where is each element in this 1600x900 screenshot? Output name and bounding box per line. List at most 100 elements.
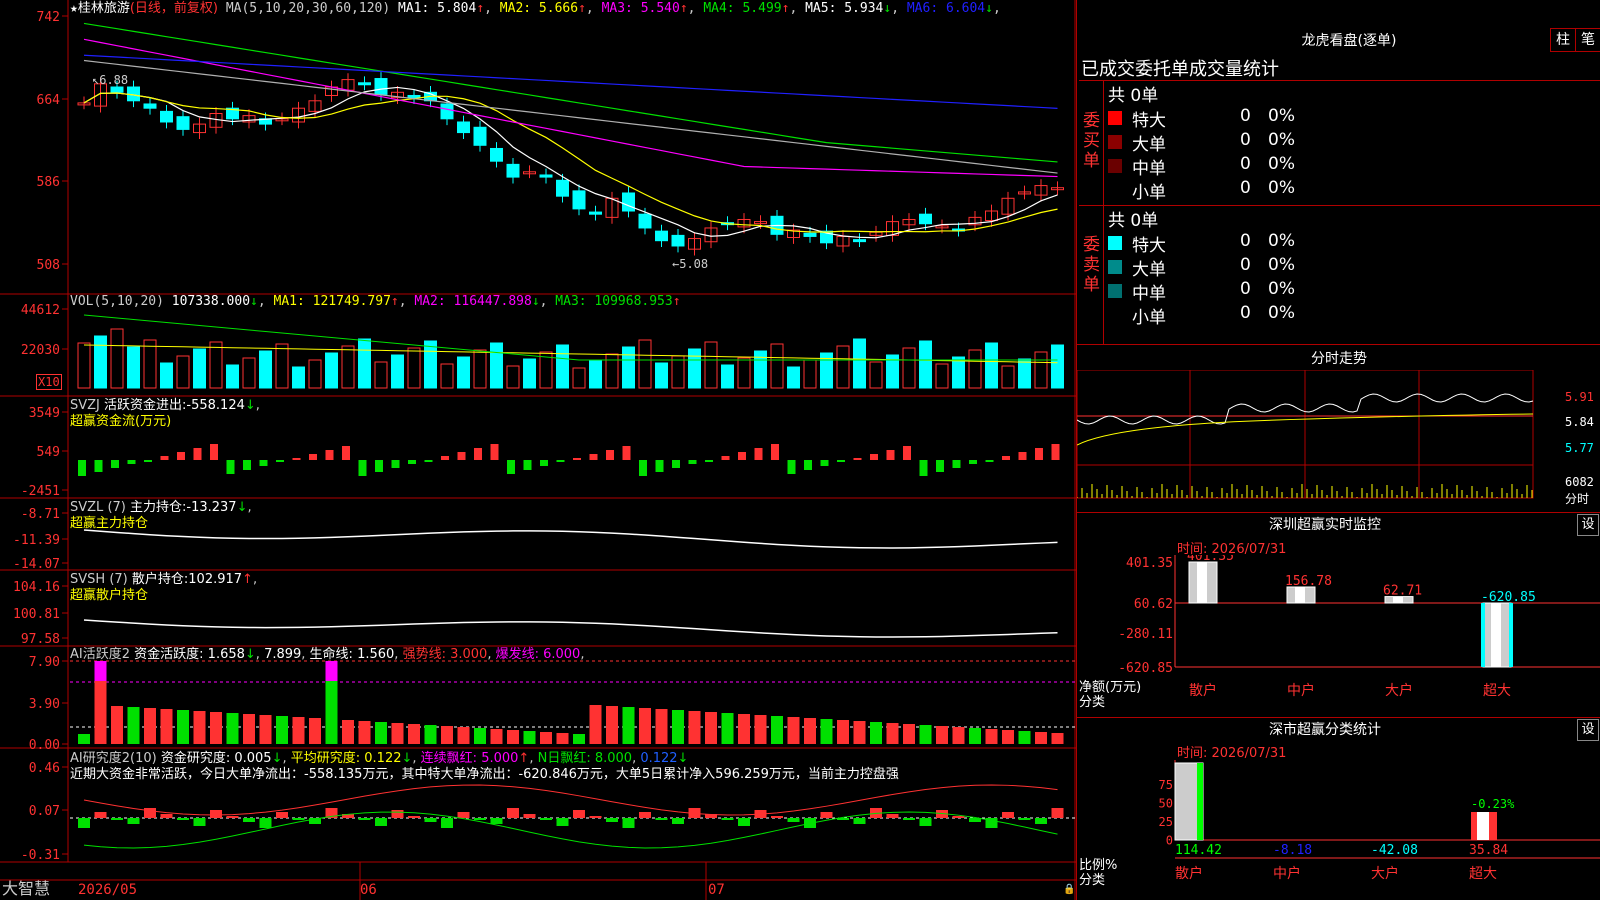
svzj-bar	[754, 448, 763, 460]
ai-research-bar	[903, 818, 915, 820]
ai-research-bar	[952, 816, 965, 818]
svzj-bar	[259, 460, 268, 466]
ai-active-bar	[870, 722, 882, 744]
svzj-bar	[969, 460, 977, 464]
row-count: 0	[1240, 255, 1251, 275]
volume-bar	[622, 346, 635, 389]
monitor-ylabel: 净额(万元) 分类	[1079, 680, 1142, 710]
y-tick-label: 508	[37, 258, 60, 273]
y-tick-label: 742	[37, 10, 60, 25]
classify-title: 深市超赢分类统计	[1269, 722, 1381, 738]
volume-bar	[1018, 358, 1031, 389]
svzj-bar	[639, 460, 647, 476]
volume-bar	[638, 339, 652, 389]
volume-bar	[523, 358, 536, 389]
classify-settings-button[interactable]: 设	[1577, 719, 1599, 741]
row-count: 0	[1240, 178, 1251, 198]
ai-active-bar	[144, 708, 156, 744]
svzj-bar	[210, 444, 218, 460]
ai-research-bar	[1051, 808, 1064, 818]
ai-active-bar	[606, 706, 618, 744]
bar-mode-button[interactable]: 柱	[1550, 28, 1576, 52]
ai-research-bar	[127, 818, 140, 824]
monitor-bar-label: 62.71	[1383, 584, 1422, 599]
svzj-bar	[243, 460, 251, 470]
svzj-bar	[870, 454, 878, 460]
monitor-chart[interactable]: 401.35 60.62 -280.11 -620.85 401.35 散户 156.78 中…	[1077, 555, 1600, 705]
intraday-tick-low: 5.77	[1565, 441, 1594, 455]
ai-active-bar	[688, 711, 701, 744]
burst-marker	[94, 661, 107, 681]
brand-logo: 大智慧	[2, 879, 51, 898]
svzj-bar	[391, 460, 400, 468]
svzj-bar	[375, 460, 383, 472]
row-name: 小单	[1132, 183, 1166, 203]
lock-icon[interactable]: 🔒	[1063, 884, 1075, 895]
buy-row-1: 大单 0 0%	[1108, 130, 1598, 155]
ai-active-bar	[523, 731, 536, 744]
volume-bar	[869, 361, 883, 389]
intraday-chart[interactable]	[1077, 370, 1600, 510]
monitor-bar-highlight	[1197, 562, 1207, 603]
svzj-bar	[177, 452, 185, 460]
ai-active-bar	[853, 721, 866, 744]
ai-active-bar	[556, 733, 569, 744]
lhb-subtitle: 已成交委托单成交量统计	[1081, 59, 1279, 80]
ai-research-bar	[177, 818, 189, 820]
y-tick-label: 0.46	[29, 761, 60, 776]
svzj-bar	[457, 452, 466, 460]
candle-body	[506, 163, 520, 178]
candle-body	[853, 239, 866, 243]
volume-bar	[1051, 344, 1064, 389]
ai-active-bar	[705, 712, 717, 744]
monitor-settings-button[interactable]: 设	[1577, 514, 1599, 536]
svzj-bar	[1018, 452, 1027, 460]
classify-category-3: 超大	[1469, 866, 1497, 882]
ai-active-bar	[127, 707, 140, 744]
volume-bar	[572, 367, 586, 389]
classify-chart[interactable]: 75 50 25 0 -0.23% 114.42 散户 -8.18 中户 -42.08 大户 35.8…	[1077, 760, 1600, 900]
ai-summary-text: 近期大资金非常活跃，今日大单净流出：-558.135万元，其中特大单净流出：-6…	[70, 767, 899, 782]
svsh-line	[83, 619, 1058, 638]
ai-research-bar	[853, 818, 866, 824]
stock-name[interactable]: 桂林旅游	[78, 1, 130, 16]
buy-side-label: 委买单	[1083, 111, 1100, 171]
ai-active-bar	[111, 706, 123, 744]
period-label[interactable]: (日线，前复权)	[130, 1, 218, 16]
svzj-bars	[78, 444, 1060, 476]
ai-research-bar	[276, 812, 288, 818]
svzj-bar	[111, 460, 119, 468]
svzj-bar	[292, 458, 301, 460]
ai-active-bar	[1035, 732, 1047, 744]
y-tick-label: 0.00	[29, 738, 60, 753]
classify-y-tick: 0	[1166, 834, 1173, 848]
ai-research-bar	[226, 816, 239, 818]
ai-active-bar	[424, 725, 437, 744]
high-marker: ↖6.88	[92, 73, 129, 87]
volume-bars	[77, 314, 1064, 389]
research-line-red	[83, 784, 1058, 816]
svzj-bar	[490, 444, 499, 460]
svzj-bar	[540, 460, 548, 466]
volume-bar	[671, 355, 685, 389]
ai-research-bar	[540, 818, 552, 820]
intraday-tick-mid: 5.84	[1565, 415, 1594, 429]
vol-ma3-line	[83, 314, 1058, 361]
y-tick-label: 100.81	[13, 607, 60, 622]
candle-body	[638, 213, 652, 229]
row-pct: 0%	[1268, 255, 1295, 275]
svzj-bar	[1002, 456, 1010, 460]
ai-active-bar	[259, 715, 272, 744]
candle-body	[803, 232, 817, 237]
buy-row-2: 中单 0 0%	[1108, 154, 1598, 179]
vol-unit-badge: X10	[36, 374, 62, 390]
ai-active-bar	[210, 712, 222, 744]
candle-body	[556, 179, 569, 197]
y-tick-label: 586	[37, 175, 60, 190]
monitor-category-label: 超大	[1483, 683, 1511, 699]
ai-active-bar	[820, 719, 833, 744]
classify-bar-super-highlight	[1477, 812, 1489, 840]
svzj-bar	[573, 458, 581, 460]
tick-mode-button[interactable]: 笔	[1575, 28, 1600, 52]
ai-research-bar	[820, 812, 833, 818]
